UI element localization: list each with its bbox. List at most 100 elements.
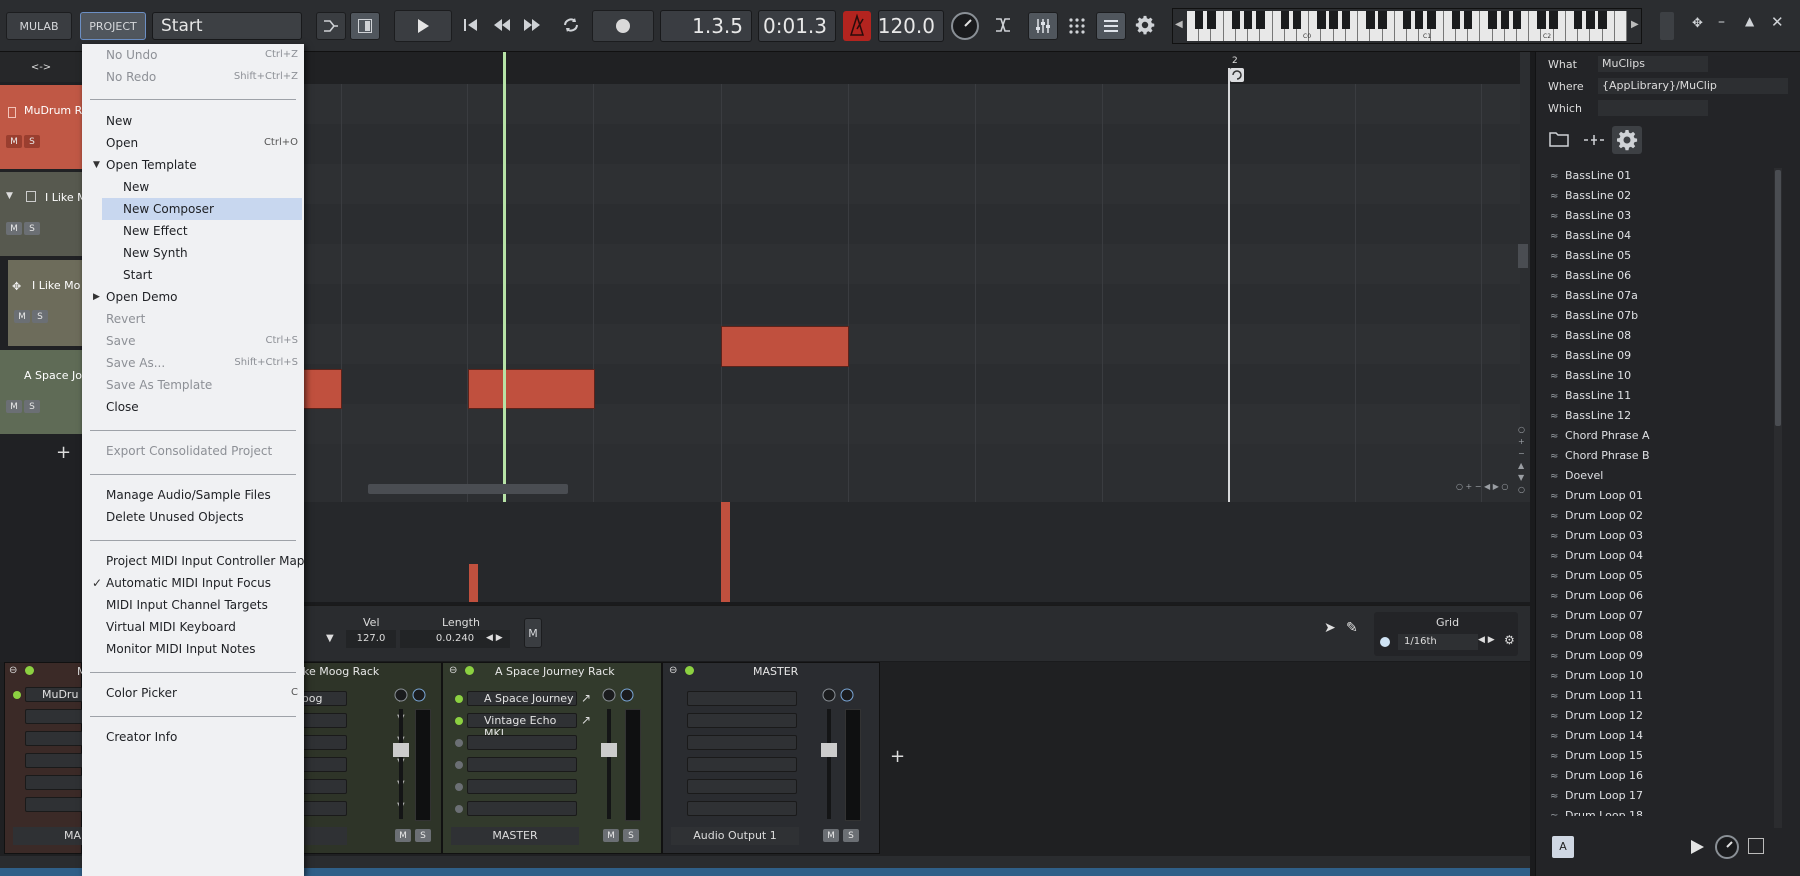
clip-list-item[interactable]: ≈ BassLine 08 bbox=[1550, 326, 1631, 346]
key-dropdown-icon[interactable]: ▼ bbox=[326, 633, 334, 644]
slot-power-icon[interactable] bbox=[455, 805, 463, 813]
white-key[interactable] bbox=[1603, 11, 1615, 41]
pan-knob-icon[interactable] bbox=[601, 687, 637, 706]
menu-close[interactable]: Close bbox=[82, 396, 304, 418]
mute-button[interactable]: M bbox=[6, 400, 22, 413]
pencil-tool-icon[interactable]: ✎ bbox=[1346, 620, 1358, 636]
clip-list-item[interactable]: ≈ BassLine 02 bbox=[1550, 186, 1631, 206]
clip-list-item[interactable]: ≈ Drum Loop 12 bbox=[1550, 706, 1643, 726]
fx-slot[interactable] bbox=[467, 779, 577, 794]
skip-start-icon[interactable] bbox=[462, 17, 480, 36]
velocity-bar[interactable] bbox=[469, 564, 478, 602]
close-icon[interactable]: ✕ bbox=[1771, 13, 1784, 31]
output-select[interactable]: Audio Output 1 bbox=[671, 827, 799, 845]
solo-button[interactable]: S bbox=[415, 829, 431, 842]
metronome-icon[interactable] bbox=[843, 11, 871, 41]
fader-track[interactable] bbox=[399, 709, 403, 819]
menu-no-redo[interactable]: No Redo Shift+Ctrl+Z bbox=[82, 66, 304, 88]
lane[interactable] bbox=[270, 364, 1520, 404]
slot-power-icon[interactable] bbox=[13, 691, 21, 699]
lane[interactable] bbox=[270, 124, 1520, 164]
project-title[interactable]: Start bbox=[152, 12, 302, 40]
h-zoom-controls[interactable]: ○ + − ◀ ▶ ○ bbox=[1456, 482, 1508, 491]
preview-play-icon[interactable] bbox=[1688, 838, 1706, 859]
timeline-ruler[interactable] bbox=[270, 52, 1520, 84]
m-button[interactable]: M bbox=[524, 618, 542, 648]
solo-button[interactable]: S bbox=[843, 829, 859, 842]
swap-button[interactable]: <-> bbox=[0, 52, 82, 82]
grid-value[interactable]: 1/16th bbox=[1398, 634, 1478, 650]
track-mudrum[interactable]: MuDrum Ra M S bbox=[0, 85, 89, 169]
menu-automatic-midi-focus[interactable]: ✓ Automatic MIDI Input Focus bbox=[82, 572, 304, 594]
rewind-icon[interactable] bbox=[492, 17, 512, 36]
clip-list-item[interactable]: ≈ BassLine 06 bbox=[1550, 266, 1631, 286]
mute-button[interactable]: M bbox=[603, 829, 619, 842]
menu-open[interactable]: Open Ctrl+O bbox=[82, 132, 304, 154]
lane[interactable] bbox=[270, 244, 1520, 284]
clip-list-item[interactable]: ≈ Drum Loop 04 bbox=[1550, 546, 1643, 566]
mute-button[interactable]: M bbox=[6, 135, 22, 148]
output-select[interactable]: MASTER bbox=[451, 827, 579, 845]
menu-template-new-effect[interactable]: New Effect bbox=[82, 220, 304, 242]
position-display[interactable]: 1.3.5 bbox=[660, 10, 752, 42]
slot-power-icon[interactable] bbox=[455, 783, 463, 791]
clip-list-item[interactable]: ≈ Drum Loop 10 bbox=[1550, 666, 1643, 686]
fx-slot[interactable]: A Space Journey bbox=[467, 691, 577, 706]
mute-button[interactable]: M bbox=[14, 310, 30, 323]
fader-handle[interactable] bbox=[601, 743, 617, 757]
play-button[interactable] bbox=[394, 10, 452, 42]
clip-list-item[interactable]: ≈ Drum Loop 07 bbox=[1550, 606, 1643, 626]
lane[interactable] bbox=[270, 284, 1520, 324]
clip-list-item[interactable]: ≈ Drum Loop 09 bbox=[1550, 646, 1643, 666]
power-icon[interactable] bbox=[465, 666, 474, 675]
fast-forward-icon[interactable] bbox=[522, 17, 542, 36]
menu-color-picker[interactable]: Color Picker C bbox=[82, 682, 304, 704]
clip-list-item[interactable]: ≈ Drum Loop 11 bbox=[1550, 686, 1643, 706]
clip-list-item[interactable]: ≈ Drum Loop 08 bbox=[1550, 626, 1643, 646]
velocity-bar[interactable] bbox=[721, 502, 730, 602]
fader-track[interactable] bbox=[607, 709, 611, 819]
menu-delete-unused[interactable]: Delete Unused Objects bbox=[82, 506, 304, 528]
mixer-view-icon[interactable] bbox=[1028, 12, 1058, 40]
power-icon[interactable] bbox=[685, 666, 694, 675]
fader-track[interactable] bbox=[827, 709, 831, 819]
fx-slot[interactable] bbox=[687, 713, 797, 728]
midi-note[interactable] bbox=[721, 326, 849, 367]
solo-button[interactable]: S bbox=[24, 400, 40, 413]
mulab-menu-button[interactable]: MULAB bbox=[6, 12, 72, 40]
menu-template-start[interactable]: Start bbox=[82, 264, 304, 286]
menu-template-new-composer[interactable]: New Composer bbox=[102, 198, 302, 220]
vertical-scrollbar[interactable] bbox=[1518, 244, 1528, 268]
menu-open-template[interactable]: ▼ Open Template bbox=[82, 154, 304, 176]
maximize-icon[interactable]: ▲ bbox=[1745, 14, 1754, 28]
lane[interactable] bbox=[270, 164, 1520, 204]
vel-value[interactable]: 127.0 bbox=[346, 630, 396, 648]
solo-button[interactable]: S bbox=[32, 310, 48, 323]
keyboard-right-arrow-icon[interactable]: ▶ bbox=[1631, 19, 1639, 30]
track-i-like-moog[interactable]: ▼ I Like M M S bbox=[0, 172, 87, 256]
note-editor[interactable]: 2 ○ + − ▲ ▼ ○ ○ + − ◀ ▶ ○ bbox=[270, 52, 1530, 602]
lane[interactable] bbox=[270, 84, 1520, 124]
fx-slot[interactable] bbox=[467, 801, 577, 816]
fx-slot[interactable] bbox=[687, 801, 797, 816]
horizontal-scrollbar[interactable] bbox=[368, 484, 568, 494]
fx-slot[interactable] bbox=[25, 797, 85, 812]
white-key[interactable] bbox=[1517, 11, 1530, 41]
fx-slot[interactable] bbox=[25, 731, 85, 746]
lane[interactable] bbox=[270, 324, 1520, 364]
move-window-icon[interactable]: ✥ bbox=[1692, 16, 1703, 31]
menu-midi-channel-targets[interactable]: MIDI Input Channel Targets bbox=[82, 594, 304, 616]
white-key[interactable] bbox=[1211, 11, 1224, 41]
pointer-tool-icon[interactable]: ➤ bbox=[1324, 620, 1336, 636]
which-field[interactable] bbox=[1598, 100, 1708, 116]
strip-collapse-icon[interactable]: ⊖ bbox=[9, 665, 17, 676]
velocity-lane[interactable] bbox=[270, 502, 1530, 602]
fx-slot[interactable] bbox=[467, 757, 577, 772]
browser-settings-icon[interactable] bbox=[1612, 126, 1642, 154]
fx-slot[interactable] bbox=[687, 757, 797, 772]
tempo-display[interactable]: 120.0 bbox=[878, 10, 944, 42]
route-icon[interactable] bbox=[316, 12, 346, 40]
clip-list-item[interactable]: ≈ Drum Loop 17 bbox=[1550, 786, 1643, 806]
master-volume-knob[interactable] bbox=[950, 11, 980, 44]
project-menu-button[interactable]: PROJECT bbox=[80, 12, 146, 40]
